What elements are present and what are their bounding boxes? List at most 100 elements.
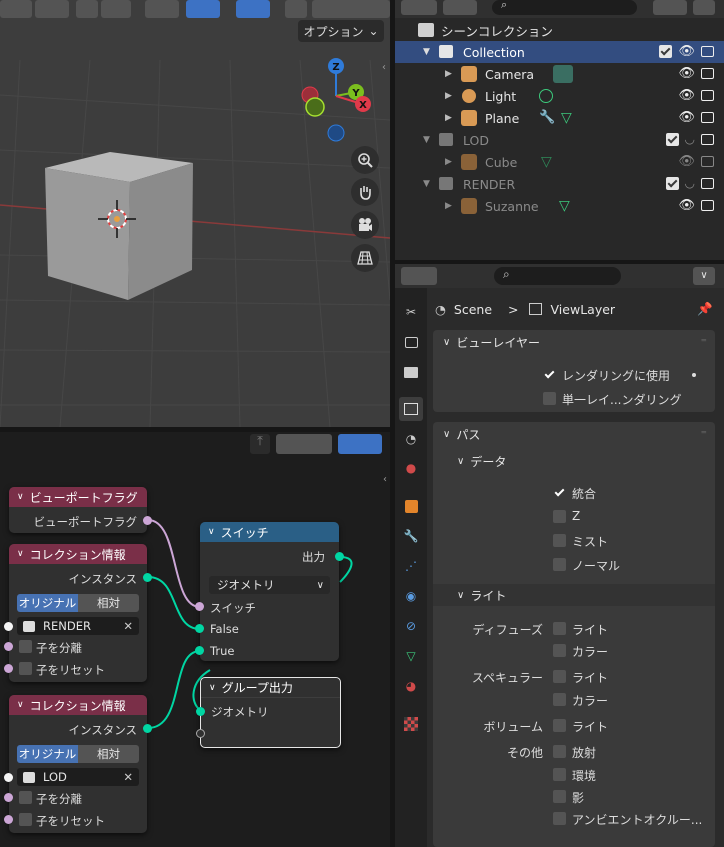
properties-editor[interactable]: ⌕ ∨ ✂ ◔ ● 🔧 ⋰ ◉ ⊘ ▽ ◕ ◔ Scene > ViewLaye…	[395, 264, 724, 847]
outliner[interactable]: ⌕ シーンコレクション ▼ Collection 👁 ▶ Camera 👁 ▶ …	[395, 0, 724, 260]
texture-tab-icon[interactable]	[399, 712, 423, 736]
pan-hand-icon[interactable]	[351, 178, 379, 206]
expand-arrow-icon[interactable]: ▼	[423, 47, 430, 57]
input-socket[interactable]	[195, 602, 204, 611]
geometry-node-editor[interactable]: ⤒ ‹ ∨ ビューポートフラグ ビューポートフラグ ∨ コレクション情報 インス…	[0, 432, 390, 847]
checkbox[interactable]	[19, 791, 32, 804]
checkbox[interactable]	[19, 640, 32, 653]
environment-checkbox[interactable]	[553, 768, 566, 781]
options-dropdown[interactable]: オプション ⌄	[298, 20, 384, 42]
node-header[interactable]: ∨ ビューポートフラグ	[9, 487, 147, 507]
eye-icon[interactable]: 👁	[678, 154, 695, 169]
render-tab-icon[interactable]	[399, 330, 423, 354]
render-camera-icon[interactable]	[701, 90, 714, 101]
proportional-edit-icon[interactable]	[76, 0, 98, 18]
output-socket[interactable]	[335, 552, 344, 561]
display-mode-icon[interactable]	[401, 0, 437, 15]
diffuse-light-checkbox[interactable]	[553, 622, 566, 635]
breadcrumb-scene[interactable]: Scene	[454, 302, 492, 317]
checkbox[interactable]	[19, 662, 32, 675]
subpanel-header[interactable]: ∨ データ	[433, 450, 715, 472]
expand-arrow-icon[interactable]: ▼	[423, 135, 430, 145]
snap-increment-icon[interactable]	[35, 0, 69, 18]
switch-node[interactable]: ∨ スイッチ 出力 ジオメトリ ∨ スイッチ False True	[195, 522, 344, 661]
view-layer-tab-icon[interactable]	[399, 397, 423, 421]
falloff-icon[interactable]	[101, 0, 131, 18]
panel-header[interactable]: ∨ パス ⁼	[433, 422, 715, 446]
light-data-icon[interactable]	[539, 89, 553, 103]
input-socket[interactable]	[4, 773, 13, 782]
exclude-checkbox[interactable]	[659, 45, 673, 58]
collection-info-node[interactable]: ∨ コレクション情報 インスタンス オリジナル 相対 LOD ✕ 子を分離 子を…	[4, 695, 152, 833]
eye-icon[interactable]: 👁	[678, 110, 695, 125]
single-layer-checkbox[interactable]	[543, 392, 556, 405]
collection-info-node[interactable]: ∨ コレクション情報 インスタンス オリジナル 相対 RENDER ✕ 子を分離…	[4, 544, 152, 682]
mesh-data-icon[interactable]: ▽	[541, 154, 552, 170]
transform-space-toggle[interactable]: オリジナル 相対	[17, 745, 139, 763]
relative-option[interactable]: 相対	[78, 745, 139, 763]
sidebar-toggle-icon[interactable]: ‹	[382, 62, 390, 73]
physics-tab-icon[interactable]: ◉	[399, 584, 423, 608]
drag-handle-icon[interactable]: ⁼	[701, 427, 707, 441]
collapse-icon[interactable]: ∨	[17, 700, 24, 710]
shadow-checkbox[interactable]	[553, 790, 566, 803]
render-camera-icon[interactable]	[701, 177, 714, 189]
output-socket[interactable]	[143, 724, 152, 733]
animate-dot-icon[interactable]	[692, 373, 696, 377]
subpanel-header[interactable]: ∨ ライト	[433, 584, 715, 606]
constraints-tab-icon[interactable]: ⊘	[399, 614, 423, 638]
render-camera-icon[interactable]	[701, 133, 714, 145]
drag-handle-icon[interactable]: ⁼	[701, 335, 707, 349]
clear-icon[interactable]: ✕	[123, 619, 133, 633]
3d-viewport[interactable]: オプション ⌄ ‹ Z Y X	[0, 0, 390, 427]
original-option[interactable]: オリジナル	[17, 745, 78, 763]
group-output-node[interactable]: ∨ グループ出力 ジオメトリ	[196, 677, 341, 748]
outliner-row-collection[interactable]: ▼ Collection 👁	[395, 41, 724, 63]
panel-header[interactable]: ∨ ビューレイヤー ⁼	[433, 330, 715, 354]
exclude-checkbox[interactable]	[665, 176, 679, 190]
output-socket[interactable]	[143, 573, 152, 582]
clear-icon[interactable]: ✕	[123, 770, 133, 784]
ao-checkbox[interactable]	[553, 812, 566, 825]
properties-search-input[interactable]: ⌕	[494, 267, 621, 285]
collection-field[interactable]: RENDER ✕	[17, 617, 139, 635]
expand-arrow-icon[interactable]: ▶	[445, 69, 452, 79]
expand-arrow-icon[interactable]: ▶	[445, 113, 452, 123]
expand-arrow-icon[interactable]: ▶	[445, 201, 452, 211]
node-header[interactable]: ∨ グループ出力	[201, 678, 340, 698]
editor-type-icon[interactable]	[401, 267, 437, 285]
input-socket[interactable]	[4, 815, 13, 824]
outliner-row-lod[interactable]: ▼ LOD ◡	[395, 129, 724, 151]
checkbox[interactable]	[19, 813, 32, 826]
wrench-modifier-icon[interactable]: 🔧	[539, 110, 555, 125]
input-socket[interactable]	[195, 624, 204, 633]
render-camera-icon[interactable]	[701, 200, 714, 211]
snap-icon[interactable]	[0, 0, 32, 18]
normal-checkbox[interactable]	[553, 558, 566, 571]
zoom-icon[interactable]	[351, 146, 379, 174]
camera-view-icon[interactable]	[351, 211, 379, 239]
relative-option[interactable]: 相対	[78, 594, 139, 612]
input-socket[interactable]	[4, 642, 13, 651]
xray-icon[interactable]	[285, 0, 307, 18]
options-chevron-icon[interactable]: ∨	[693, 267, 715, 285]
specular-color-checkbox[interactable]	[553, 693, 566, 706]
expand-arrow-icon[interactable]: ▼	[423, 179, 430, 189]
outliner-row-render[interactable]: ▼ RENDER ◡	[395, 173, 724, 195]
input-socket[interactable]	[4, 664, 13, 673]
data-tab-icon[interactable]: ▽	[399, 644, 423, 668]
outliner-row-cube[interactable]: ▶ Cube ▽ 👁	[395, 151, 724, 173]
scene-tab-icon[interactable]: ◔	[399, 427, 423, 451]
eye-closed-icon[interactable]: ◡	[685, 176, 695, 190]
outliner-row-plane[interactable]: ▶ Plane 🔧 ▽ 👁	[395, 107, 724, 129]
render-camera-icon[interactable]	[701, 156, 714, 167]
collapse-icon[interactable]: ∨	[17, 549, 24, 559]
eye-icon[interactable]: 👁	[678, 44, 695, 59]
viewport-flag-node[interactable]: ∨ ビューポートフラグ ビューポートフラグ	[9, 487, 152, 533]
filter-icon[interactable]	[653, 0, 687, 15]
node-header[interactable]: ∨ コレクション情報	[9, 544, 147, 564]
z-checkbox[interactable]	[553, 510, 566, 523]
output-socket[interactable]	[143, 516, 152, 525]
input-socket[interactable]	[4, 622, 13, 631]
node-header[interactable]: ∨ コレクション情報	[9, 695, 147, 715]
